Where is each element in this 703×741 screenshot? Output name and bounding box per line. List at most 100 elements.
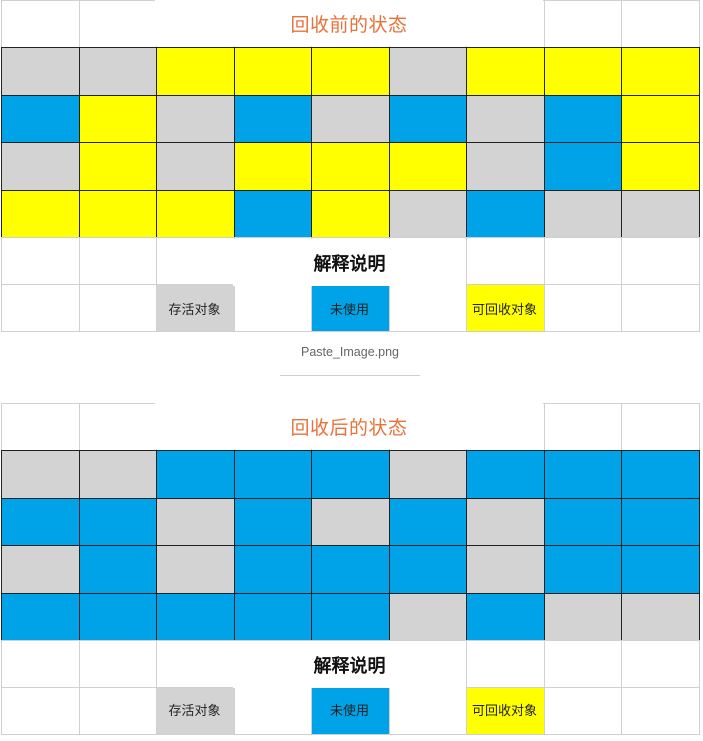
memory-block-live bbox=[1, 142, 80, 191]
explanation-row-cell bbox=[543, 640, 622, 688]
memory-block-garbage bbox=[1, 189, 80, 238]
memory-block-free bbox=[388, 94, 467, 143]
memory-block-garbage bbox=[311, 142, 390, 191]
memory-block-free bbox=[388, 545, 467, 594]
after-title: 回收后的状态 bbox=[155, 403, 543, 449]
memory-block-garbage bbox=[311, 189, 390, 238]
header-cell bbox=[78, 0, 157, 48]
memory-block-free bbox=[1, 94, 80, 143]
memory-block-free bbox=[543, 545, 622, 594]
memory-block-free bbox=[311, 545, 390, 594]
memory-block-free bbox=[78, 497, 157, 546]
memory-block-garbage bbox=[388, 142, 467, 191]
explanation-row-cell bbox=[156, 237, 235, 285]
memory-block-garbage bbox=[311, 47, 390, 96]
memory-block-free bbox=[311, 592, 390, 641]
explanation-row-cell bbox=[1, 237, 80, 285]
memory-block-free bbox=[621, 497, 700, 546]
memory-block-garbage bbox=[78, 189, 157, 238]
after-explanation-heading: 解释说明 bbox=[233, 641, 466, 688]
before-title: 回收前的状态 bbox=[155, 0, 543, 46]
header-cell bbox=[1, 0, 80, 48]
legend-row-cell bbox=[233, 284, 312, 332]
memory-block-free bbox=[621, 450, 700, 499]
legend-row-cell bbox=[1, 284, 80, 332]
memory-block-live bbox=[311, 497, 390, 546]
memory-block-garbage bbox=[233, 142, 312, 191]
memory-block-free bbox=[311, 450, 390, 499]
legend-row-cell bbox=[543, 284, 622, 332]
memory-block-live bbox=[78, 47, 157, 96]
memory-block-live bbox=[311, 94, 390, 143]
memory-block-free bbox=[1, 592, 80, 641]
memory-block-free bbox=[78, 592, 157, 641]
memory-block-live bbox=[388, 189, 467, 238]
memory-block-live bbox=[1, 545, 80, 594]
explanation-row-cell bbox=[543, 237, 622, 285]
explanation-row-cell bbox=[78, 237, 157, 285]
legend-row-cell bbox=[78, 284, 157, 332]
memory-block-garbage bbox=[78, 142, 157, 191]
memory-block-garbage bbox=[543, 47, 622, 96]
memory-block-free bbox=[621, 545, 700, 594]
after-legend-free: 未使用 bbox=[329, 704, 369, 719]
header-cell bbox=[621, 403, 700, 451]
memory-block-free bbox=[466, 450, 545, 499]
memory-block-garbage bbox=[156, 189, 235, 238]
legend-row-cell bbox=[1, 687, 80, 735]
memory-block-free bbox=[233, 189, 312, 238]
memory-block-live bbox=[466, 142, 545, 191]
legend-row-cell bbox=[621, 687, 700, 735]
memory-block-garbage bbox=[78, 94, 157, 143]
memory-block-free bbox=[543, 94, 622, 143]
after-section: 回收后的状态 解释说明 存活对象 未使用 可回收对象 bbox=[0, 403, 700, 741]
caption-divider bbox=[280, 375, 420, 376]
header-cell bbox=[543, 0, 622, 48]
memory-block-free bbox=[233, 450, 312, 499]
memory-block-free bbox=[543, 497, 622, 546]
memory-block-free bbox=[388, 497, 467, 546]
before-legend-garbage: 可回收对象 bbox=[471, 303, 537, 318]
explanation-row-cell bbox=[156, 640, 235, 688]
memory-block-live bbox=[466, 545, 545, 594]
before-legend-live: 存活对象 bbox=[168, 303, 221, 318]
before-explanation-heading: 解释说明 bbox=[233, 239, 466, 286]
memory-block-free bbox=[466, 189, 545, 238]
legend-row-cell bbox=[78, 687, 157, 735]
memory-block-garbage bbox=[156, 47, 235, 96]
legend-row-cell bbox=[621, 284, 700, 332]
after-legend-garbage: 可回收对象 bbox=[471, 704, 537, 719]
memory-block-live bbox=[156, 545, 235, 594]
legend-row-cell bbox=[233, 687, 312, 735]
memory-block-live bbox=[466, 94, 545, 143]
legend-row-cell bbox=[388, 284, 467, 332]
memory-block-live bbox=[543, 592, 622, 641]
header-cell bbox=[78, 403, 157, 451]
explanation-row-cell bbox=[466, 237, 545, 285]
memory-block-live bbox=[1, 47, 80, 96]
memory-block-free bbox=[233, 497, 312, 546]
before-section: 回收前的状态 解释说明 存活对象 未使用 可回收对象 bbox=[0, 0, 700, 332]
explanation-row-cell bbox=[621, 640, 700, 688]
before-legend-free: 未使用 bbox=[329, 303, 369, 318]
memory-block-live bbox=[621, 592, 700, 641]
memory-block-free bbox=[543, 142, 622, 191]
explanation-row-cell bbox=[466, 640, 545, 688]
memory-block-free bbox=[233, 545, 312, 594]
explanation-row-cell bbox=[621, 237, 700, 285]
memory-block-garbage bbox=[621, 142, 700, 191]
memory-block-free bbox=[1, 497, 80, 546]
memory-block-live bbox=[156, 142, 235, 191]
memory-block-live bbox=[78, 450, 157, 499]
legend-row-cell bbox=[543, 687, 622, 735]
memory-block-live bbox=[156, 497, 235, 546]
memory-block-free bbox=[156, 450, 235, 499]
memory-block-live bbox=[388, 450, 467, 499]
explanation-row-cell bbox=[1, 640, 80, 688]
memory-block-live bbox=[466, 497, 545, 546]
memory-block-live bbox=[1, 450, 80, 499]
memory-block-free bbox=[466, 592, 545, 641]
memory-block-live bbox=[621, 189, 700, 238]
memory-block-garbage bbox=[621, 94, 700, 143]
after-legend-live: 存活对象 bbox=[168, 704, 221, 719]
